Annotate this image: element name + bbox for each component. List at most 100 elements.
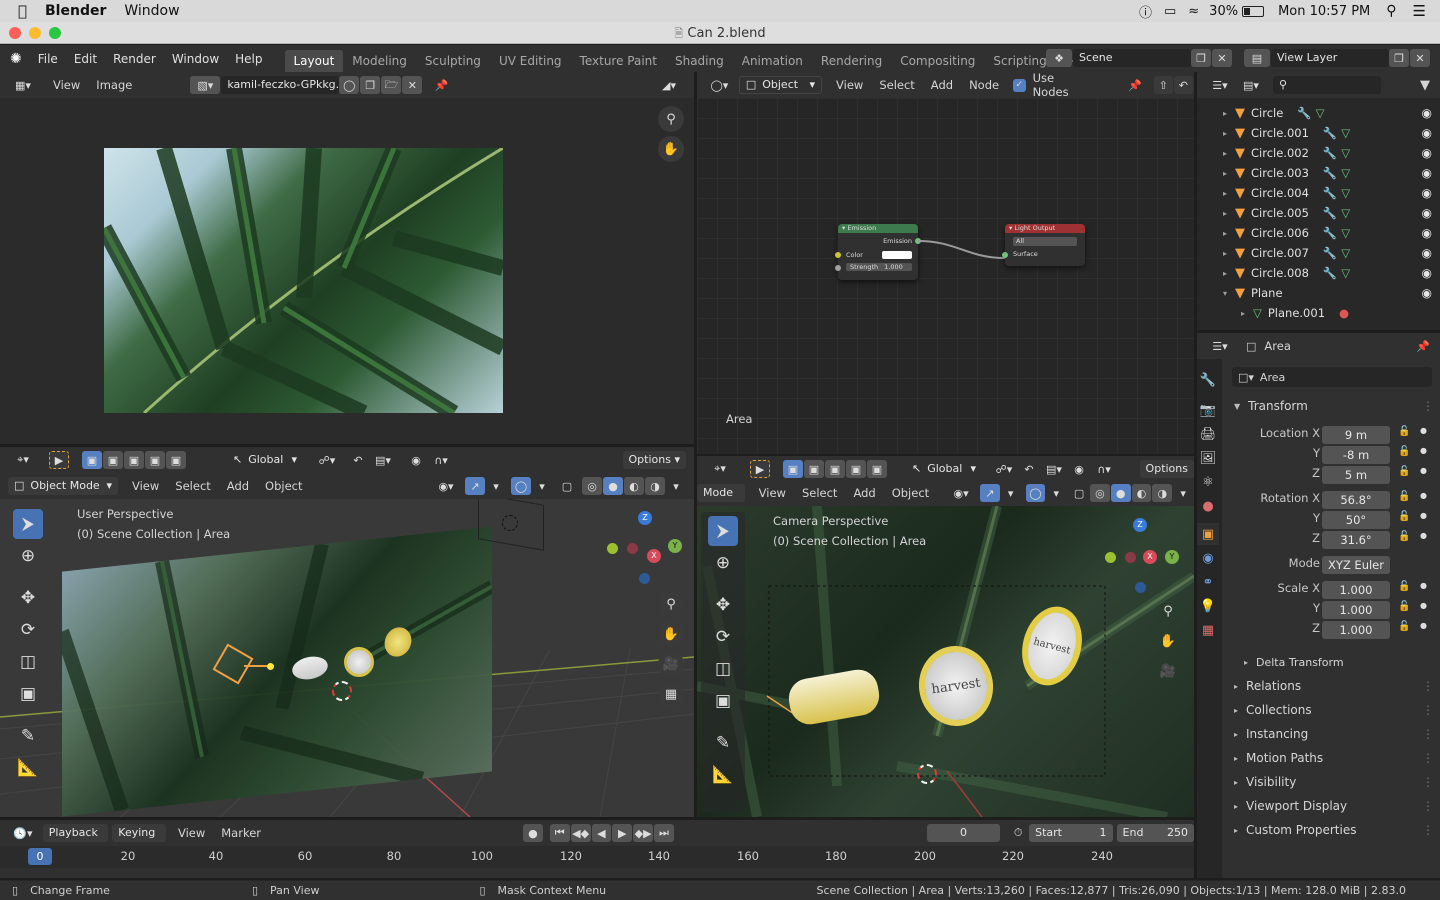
navigation-gizmo-right[interactable]: Z Y X bbox=[1103, 514, 1183, 594]
menu-help[interactable]: Help bbox=[227, 52, 270, 66]
visibility-eye-icon[interactable]: ◉ bbox=[1422, 206, 1432, 220]
scene-icon[interactable]: ❖ bbox=[1046, 49, 1072, 67]
outliner-item[interactable]: ▸ ▼ Circle.006 🔧 ▽ ◉ bbox=[1197, 223, 1440, 243]
solid-shading-icon[interactable]: ● bbox=[1110, 484, 1131, 502]
tab-sculpting[interactable]: Sculpting bbox=[416, 50, 490, 72]
snap-icon[interactable]: ↶ bbox=[348, 451, 368, 469]
fake-user-icon[interactable]: ◯ bbox=[339, 76, 360, 94]
viewport-menu-add[interactable]: Add bbox=[219, 479, 257, 493]
siri-icon[interactable]: ⓘ bbox=[1139, 2, 1152, 21]
drag-handle-icon[interactable]: ⋮ bbox=[1422, 799, 1434, 813]
location-y-field[interactable]: -8 m bbox=[1322, 446, 1390, 464]
texture-tab-icon[interactable]: ▦ bbox=[1197, 619, 1219, 641]
battery-icon[interactable] bbox=[1242, 5, 1265, 17]
mesh-data-icon[interactable]: ▽ bbox=[1341, 126, 1350, 140]
motion-paths-panel[interactable]: ▸ Motion Paths ⋮ bbox=[1222, 747, 1440, 769]
jump-start-icon[interactable]: ⏮ bbox=[549, 824, 570, 842]
delete-view-layer-icon[interactable]: ✕ bbox=[1410, 49, 1430, 67]
gizmo-neg-z[interactable] bbox=[639, 573, 650, 584]
wireframe-shading-icon[interactable]: ◎ bbox=[1089, 484, 1110, 502]
falloff-icon[interactable]: ∩▾ bbox=[1090, 460, 1118, 478]
modifier-icon[interactable]: 🔧 bbox=[1323, 226, 1337, 240]
filter-icon[interactable]: ▼ bbox=[1420, 78, 1430, 93]
light-object-icon[interactable] bbox=[502, 515, 518, 531]
open-image-icon[interactable]: 🗁 bbox=[381, 76, 402, 94]
lock-icon[interactable]: 🔓 bbox=[1398, 446, 1410, 457]
expand-icon[interactable]: ▸ bbox=[1219, 129, 1231, 138]
transform-tool-icon[interactable]: ▣ bbox=[13, 679, 43, 709]
play-reverse-icon[interactable]: ◀ bbox=[591, 824, 612, 842]
camera-view-icon[interactable]: 🎥 bbox=[658, 651, 684, 677]
scale-z-field[interactable]: 1.000 bbox=[1322, 621, 1390, 639]
menu-edit[interactable]: Edit bbox=[66, 52, 105, 66]
node-menu-node[interactable]: Node bbox=[961, 78, 1007, 92]
apple-icon[interactable]:  bbox=[18, 2, 27, 20]
rendered-shading-icon[interactable]: ◑ bbox=[1152, 484, 1173, 502]
viewport-editor-type-icon[interactable]: ⌖▾ bbox=[8, 451, 38, 469]
visibility-panel[interactable]: ▸ Visibility ⋮ bbox=[1222, 771, 1440, 793]
gizmos-dropdown-icon[interactable]: ▾ bbox=[486, 477, 506, 495]
viewport-menu-select[interactable]: Select bbox=[167, 479, 218, 493]
viewport-display-panel[interactable]: ▸ Viewport Display ⋮ bbox=[1222, 795, 1440, 817]
gizmo-x-axis[interactable]: X bbox=[647, 549, 661, 563]
mesh-data-icon[interactable]: ▽ bbox=[1341, 166, 1350, 180]
view-layer-tab-icon[interactable]: 🖼 bbox=[1197, 447, 1219, 469]
mesh-data-icon[interactable]: ▽ bbox=[1341, 146, 1350, 160]
pivot-point-icon[interactable]: ☍▾ bbox=[313, 451, 341, 469]
lock-icon[interactable]: 🔓 bbox=[1398, 621, 1410, 632]
pan-hand-icon[interactable]: ✋ bbox=[1155, 628, 1181, 654]
annotate-tool-icon[interactable]: ✎ bbox=[708, 728, 738, 758]
editor-type-icon[interactable]: ▦▾ bbox=[8, 76, 38, 94]
visibility-eye-icon[interactable]: ◉ bbox=[1422, 186, 1432, 200]
object-tab-icon[interactable]: ▣ bbox=[1197, 523, 1219, 545]
expand-icon[interactable]: ▸ bbox=[1219, 149, 1231, 158]
solid-shading-icon[interactable]: ● bbox=[603, 477, 623, 495]
proportional-edit-icon[interactable]: ◉ bbox=[406, 451, 426, 469]
outliner-item[interactable]: ▸ ▼ Circle 🔧 ▽ ◉ bbox=[1197, 103, 1440, 123]
jump-keyframe-forward-icon[interactable]: ◆▶ bbox=[633, 824, 653, 842]
properties-type-icon[interactable]: ☰▾ bbox=[1205, 337, 1235, 355]
gizmo-z-axis[interactable]: Z bbox=[638, 511, 652, 525]
gizmos-icon[interactable]: ↗ bbox=[979, 484, 1000, 502]
measure-tool-icon[interactable]: 📐 bbox=[13, 753, 43, 783]
tab-animation[interactable]: Animation bbox=[733, 50, 812, 72]
unlink-image-icon[interactable]: ✕ bbox=[402, 76, 423, 94]
timeline-type-icon[interactable]: 🕓▾ bbox=[8, 824, 38, 842]
tab-compositing[interactable]: Compositing bbox=[891, 50, 984, 72]
can-object-2[interactable] bbox=[344, 647, 374, 677]
pan-hand-icon[interactable]: ✋ bbox=[658, 621, 684, 647]
gizmo-y-axis[interactable]: Y bbox=[668, 539, 682, 553]
expand-icon[interactable]: ▸ bbox=[1219, 209, 1231, 218]
gizmo-x-axis[interactable]: X bbox=[1143, 550, 1157, 564]
expand-icon[interactable]: ▸ bbox=[1219, 169, 1231, 178]
expand-icon[interactable]: ▸ bbox=[1219, 269, 1231, 278]
wireframe-shading-icon[interactable]: ◎ bbox=[582, 477, 602, 495]
gizmo-neg-y[interactable] bbox=[607, 543, 618, 554]
camera-view-icon[interactable]: 🎥 bbox=[1155, 658, 1181, 684]
select-box-icon[interactable]: ▶ bbox=[49, 451, 69, 469]
constraints-tab-icon[interactable]: ⚭ bbox=[1197, 571, 1219, 593]
drag-handle-icon[interactable]: ⋮ bbox=[1422, 399, 1434, 413]
keyframe-dot[interactable]: ● bbox=[1420, 446, 1427, 455]
outliner-item[interactable]: ▸ ▼ Circle.008 🔧 ▽ ◉ bbox=[1197, 263, 1440, 283]
modifier-icon[interactable]: 🔧 bbox=[1323, 126, 1337, 140]
menu-window[interactable]: Window bbox=[164, 52, 227, 66]
tool-tab-icon[interactable]: 🔧 bbox=[1197, 369, 1219, 391]
select-mode-new-icon[interactable]: ▣ bbox=[82, 451, 102, 469]
tab-uv-editing[interactable]: UV Editing bbox=[490, 50, 571, 72]
snap-icon[interactable]: ↶ bbox=[1019, 460, 1039, 478]
overlays-icon[interactable]: ◯ bbox=[1025, 484, 1046, 502]
mesh-data-icon[interactable]: ▽ bbox=[1341, 266, 1350, 280]
select-mode-new-icon[interactable]: ▣ bbox=[783, 460, 803, 478]
visibility-eye-icon[interactable]: ◉ bbox=[1422, 226, 1432, 240]
options-dropdown[interactable]: Options ▾ bbox=[622, 451, 686, 469]
mesh-data-icon[interactable]: ▽ bbox=[1341, 206, 1350, 220]
modifier-icon[interactable]: 🔧 bbox=[1323, 246, 1337, 260]
overlays-dropdown-icon[interactable]: ▾ bbox=[1046, 484, 1066, 502]
expand-icon[interactable]: ▸ bbox=[1219, 109, 1231, 118]
location-z-field[interactable]: 5 m bbox=[1322, 466, 1390, 484]
rotation-y-field[interactable]: 50° bbox=[1322, 511, 1390, 529]
scale-x-field[interactable]: 1.000 bbox=[1322, 581, 1390, 599]
3d-cursor-icon[interactable] bbox=[332, 681, 352, 701]
select-mode-invert-icon[interactable]: ▣ bbox=[145, 451, 165, 469]
